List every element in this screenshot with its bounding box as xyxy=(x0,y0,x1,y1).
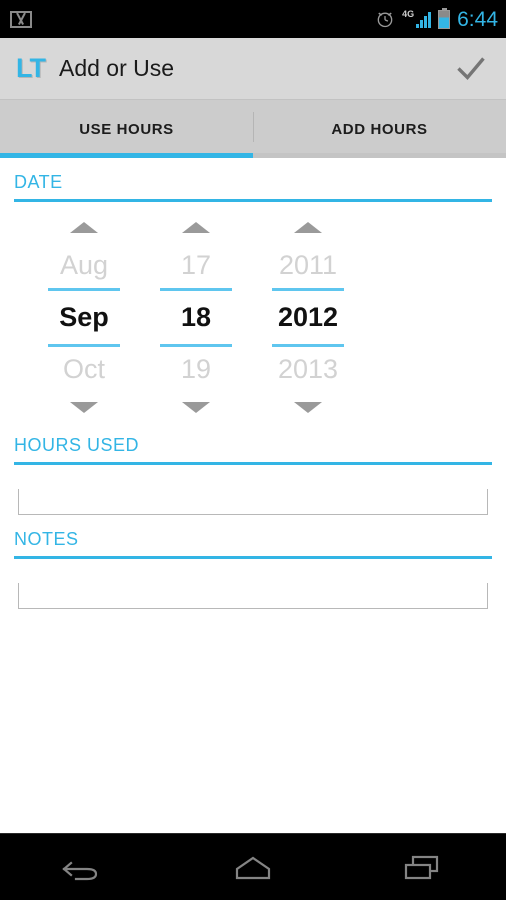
month-selected-value[interactable]: Sep xyxy=(28,291,140,344)
notes-field-wrap xyxy=(14,565,492,609)
nav-recents-button[interactable] xyxy=(374,844,470,890)
date-picker-year-spinner[interactable]: 2011 2012 2013 xyxy=(252,222,364,413)
section-header-hours-used: HOURS USED xyxy=(14,435,140,455)
signal-bar-1 xyxy=(416,24,420,28)
tab-use-hours-label: USE HOURS xyxy=(79,120,174,138)
network-type-label: 4G xyxy=(402,9,415,19)
gmail-icon xyxy=(10,10,32,28)
recent-apps-icon xyxy=(404,855,438,880)
day-next-value[interactable]: 19 xyxy=(140,347,252,392)
back-icon xyxy=(62,861,98,881)
tab-bar: USE HOURS ADD HOURS xyxy=(0,100,506,158)
month-next-value[interactable]: Oct xyxy=(28,347,140,392)
date-picker: Aug Sep Oct 17 18 19 2011 2012 2013 xyxy=(14,208,492,421)
month-increment-arrow-icon[interactable] xyxy=(70,222,98,233)
month-previous-value[interactable]: Aug xyxy=(28,243,140,288)
battery-icon xyxy=(438,7,451,29)
notes-input[interactable] xyxy=(18,583,488,609)
date-picker-month-spinner[interactable]: Aug Sep Oct xyxy=(28,222,140,413)
day-decrement-arrow-icon[interactable] xyxy=(182,402,210,413)
year-increment-arrow-icon[interactable] xyxy=(294,222,322,233)
hours-used-input[interactable] xyxy=(18,489,488,515)
navigation-bar xyxy=(0,833,506,900)
nav-home-button[interactable] xyxy=(205,844,301,890)
year-previous-value[interactable]: 2011 xyxy=(252,243,364,288)
alarm-clock-icon xyxy=(377,12,393,28)
tab-add-hours[interactable]: ADD HOURS xyxy=(253,100,506,158)
nav-back-button[interactable] xyxy=(36,844,132,890)
android-screen: 4G 6:44 LT Add or Use USE HOURS ADD HOUR… xyxy=(0,0,506,900)
signal-bars-icon: 4G xyxy=(402,9,432,28)
section-rule-notes xyxy=(14,556,492,559)
page-title: Add or Use xyxy=(58,55,175,81)
tab-add-hours-label: ADD HOURS xyxy=(331,120,428,138)
signal-bar-3 xyxy=(424,16,428,28)
home-icon xyxy=(235,856,271,880)
tab-use-hours[interactable]: USE HOURS xyxy=(0,100,253,158)
year-selected-value[interactable]: 2012 xyxy=(252,291,364,344)
checkmark-icon[interactable] xyxy=(454,52,488,86)
section-header-notes: NOTES xyxy=(14,529,79,549)
section-rule-hours-used xyxy=(14,462,492,465)
section-rule-date xyxy=(14,199,492,202)
section-header-date: DATE xyxy=(14,172,63,192)
app-logo: LT xyxy=(16,53,46,83)
day-increment-arrow-icon[interactable] xyxy=(182,222,210,233)
month-decrement-arrow-icon[interactable] xyxy=(70,402,98,413)
year-decrement-arrow-icon[interactable] xyxy=(294,402,322,413)
status-bar-notifications xyxy=(10,10,32,28)
year-next-value[interactable]: 2013 xyxy=(252,347,364,392)
action-bar: LT Add or Use xyxy=(0,38,506,100)
signal-bar-2 xyxy=(420,20,424,28)
signal-bar-4 xyxy=(428,12,432,28)
hours-used-field-wrap xyxy=(14,471,492,515)
status-bar-clock: 6:44 xyxy=(457,7,498,31)
status-bar: 4G 6:44 xyxy=(0,0,506,38)
date-picker-day-spinner[interactable]: 17 18 19 xyxy=(140,222,252,413)
day-previous-value[interactable]: 17 xyxy=(140,243,252,288)
form-content: DATE Aug Sep Oct 17 18 19 2011 2012 2013… xyxy=(0,158,506,833)
status-bar-system-icons: 4G 6:44 xyxy=(375,7,498,31)
day-selected-value[interactable]: 18 xyxy=(140,291,252,344)
